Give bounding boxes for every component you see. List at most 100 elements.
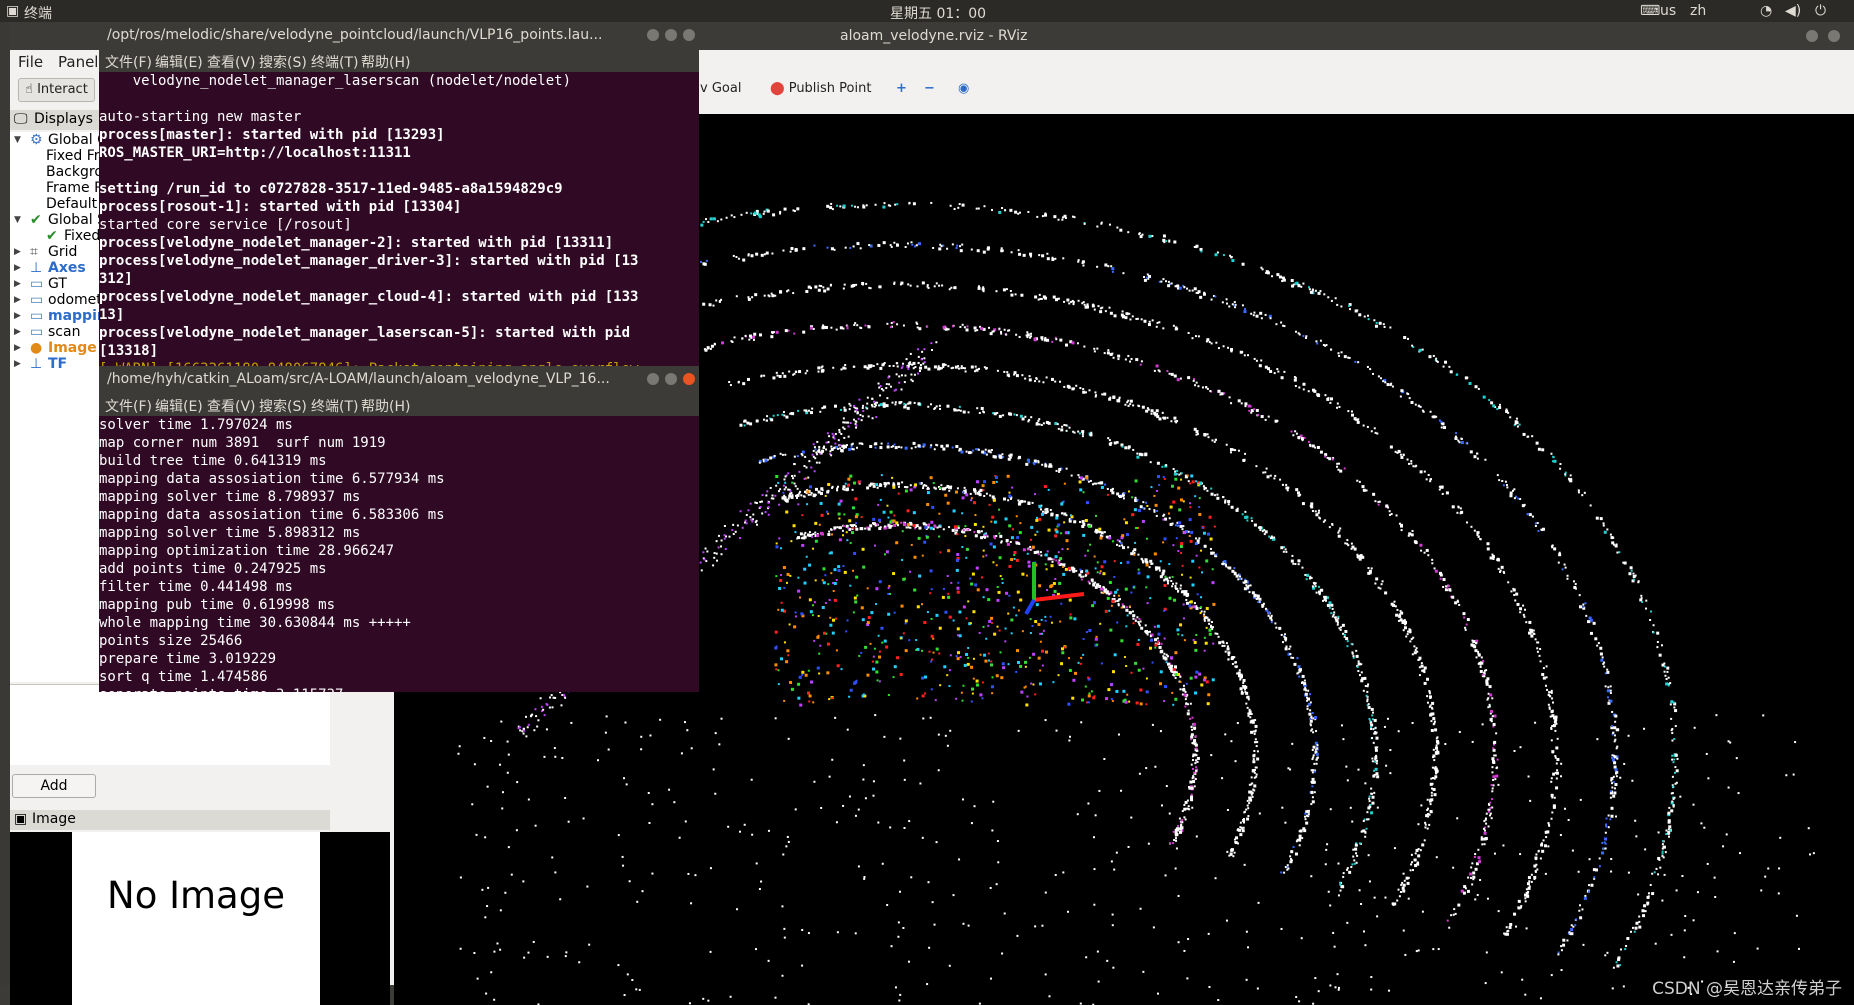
expand-arrow-icon[interactable]: ▶ (14, 327, 21, 337)
interact-tool-button[interactable]: ☝ Interact (18, 78, 95, 102)
cloud-point (1189, 539, 1193, 543)
cloud-point (1120, 606, 1123, 609)
cloud-point (1377, 586, 1380, 589)
cloud-point (1348, 356, 1351, 359)
cloud-point (1611, 710, 1614, 713)
cloud-point (1245, 808, 1248, 811)
cloud-point (1124, 446, 1128, 450)
cloud-point (1304, 815, 1307, 818)
cloud-point (739, 423, 743, 427)
cloud-point (1558, 551, 1561, 554)
cloud-point (923, 540, 927, 544)
keyboard-icon[interactable]: ⌨ (1640, 3, 1660, 19)
cloud-point (998, 414, 1002, 418)
cloud-point (1342, 872, 1345, 875)
cloud-point (855, 522, 858, 525)
cloud-point (1212, 626, 1215, 629)
collapse-arrow-icon[interactable]: ▼ (14, 215, 21, 225)
cloud-point (1080, 578, 1083, 581)
cloud-point (1612, 731, 1615, 734)
volume-icon[interactable]: ◀) (1785, 3, 1801, 19)
cloud-point (830, 572, 833, 575)
cloud-point (842, 204, 846, 208)
expand-arrow-icon[interactable]: ▶ (14, 343, 21, 353)
cloud-point (1170, 670, 1173, 673)
cloud-point (1252, 730, 1255, 733)
cloud-point (1601, 841, 1604, 844)
cloud-point (1158, 321, 1161, 324)
cloud-point (1505, 926, 1508, 929)
cloud-point (1168, 239, 1171, 242)
cloud-point (1369, 368, 1372, 371)
cloud-point (1189, 780, 1193, 784)
power-icon[interactable]: ⏻ (1815, 3, 1826, 19)
cloud-point (1533, 875, 1537, 879)
cloud-point (1146, 273, 1149, 276)
cloud-point (1348, 304, 1351, 307)
cloud-point (1274, 474, 1277, 477)
cloud-point (1080, 721, 1083, 724)
menu-file[interactable]: File (18, 53, 43, 71)
cloud-point (1626, 936, 1630, 940)
cloud-point (1299, 493, 1302, 496)
collapse-arrow-icon[interactable]: ▼ (14, 135, 21, 145)
add-display-button[interactable]: Add (12, 774, 96, 798)
cloud-point (1162, 278, 1165, 281)
remove-tool-icon[interactable]: − (918, 78, 941, 100)
cloud-point (1495, 774, 1499, 778)
cloud-point (1312, 731, 1315, 734)
cloud-point (1210, 621, 1213, 624)
cloud-point (1487, 808, 1490, 811)
cloud-point (1259, 529, 1262, 532)
cloud-point (1242, 678, 1246, 682)
cloud-point (1050, 377, 1054, 381)
cloud-point (1356, 420, 1360, 424)
cloud-point (1174, 524, 1177, 527)
cloud-point (1353, 859, 1356, 862)
cloud-point (1068, 598, 1072, 602)
clock[interactable]: 星期五 01：00 (890, 3, 986, 23)
cloud-point (853, 324, 856, 327)
cloud-point (1082, 575, 1085, 578)
nav-goal-tool-button[interactable]: v Goal (694, 78, 747, 100)
expand-arrow-icon[interactable]: ▶ (14, 279, 21, 289)
cloud-point (1193, 640, 1197, 644)
input-source[interactable]: us (1660, 3, 1676, 19)
maximize-button[interactable] (1828, 30, 1840, 42)
cloud-point (981, 681, 984, 684)
cloud-point (1082, 491, 1085, 494)
expand-arrow-icon[interactable]: ▶ (14, 311, 21, 321)
cloud-point (1531, 435, 1534, 438)
minimize-button[interactable] (1806, 30, 1818, 42)
cloud-point (919, 363, 922, 366)
cloud-point (965, 450, 968, 453)
cloud-point (1353, 862, 1356, 865)
cloud-point (1209, 537, 1213, 541)
active-app-menu[interactable]: 终端 (24, 3, 52, 23)
add-tool-icon[interactable]: + (890, 78, 913, 100)
cloud-point (1471, 862, 1474, 865)
cloud-point (1491, 790, 1494, 793)
expand-arrow-icon[interactable]: ▶ (14, 247, 21, 257)
expand-arrow-icon[interactable]: ▶ (14, 263, 21, 273)
cloud-point (1058, 581, 1062, 585)
cloud-point (930, 660, 933, 663)
cloud-point (910, 447, 913, 450)
cloud-point (862, 693, 865, 696)
language-indicator[interactable]: zh (1690, 3, 1706, 19)
expand-arrow-icon[interactable]: ▶ (14, 295, 21, 305)
cloud-point (1483, 831, 1487, 835)
wifi-icon[interactable]: ◔ (1760, 3, 1772, 19)
publish-point-tool-button[interactable]: ⬤ Publish Point (764, 78, 877, 100)
cloud-point (891, 401, 894, 404)
expand-arrow-icon[interactable]: ▶ (14, 359, 21, 369)
cloud-point (1038, 584, 1042, 588)
cloud-point (1500, 565, 1504, 569)
cloud-point (1062, 565, 1065, 568)
eye-icon[interactable]: ◉ (952, 78, 975, 100)
terminal-app-icon[interactable]: ▣ (6, 3, 19, 19)
cloud-point (1574, 583, 1577, 586)
cloud-point (1177, 589, 1180, 592)
cloud-point (871, 660, 874, 663)
cloud-point (1107, 265, 1110, 268)
